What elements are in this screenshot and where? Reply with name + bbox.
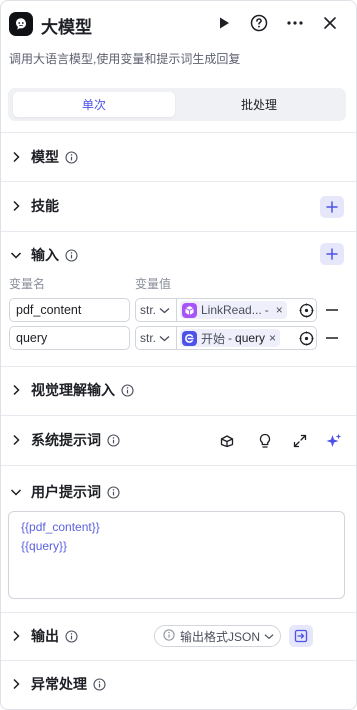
- minus-icon: [326, 309, 338, 311]
- chevron-down-icon: [159, 303, 170, 317]
- chevron-down-icon: [9, 248, 23, 262]
- input-value-field: str. LinkRead... - ×: [135, 298, 317, 322]
- divider: [1, 415, 356, 416]
- chevron-down-icon: [264, 629, 274, 643]
- info-icon: [64, 248, 78, 262]
- tab-single[interactable]: 单次: [13, 92, 175, 117]
- lightbulb-icon[interactable]: [255, 431, 275, 451]
- section-input-header[interactable]: 输入: [9, 243, 78, 267]
- output-export-button[interactable]: [289, 625, 313, 647]
- add-input-button[interactable]: [320, 243, 344, 265]
- reference-tag[interactable]: LinkRead... - ×: [180, 301, 287, 319]
- user-prompt-editor[interactable]: {{pdf_content}} {{query}}: [8, 511, 345, 599]
- chevron-right-icon: [9, 629, 23, 643]
- info-icon: [163, 628, 175, 644]
- section-exception-label: 异常处理: [31, 676, 87, 692]
- type-select-value: str.: [140, 303, 157, 317]
- reference-separator: -: [228, 331, 233, 345]
- info-icon: [106, 433, 120, 447]
- chevron-right-icon: [9, 383, 23, 397]
- more-options-icon[interactable]: [284, 12, 306, 34]
- prompt-line: {{query}}: [21, 539, 68, 553]
- type-select[interactable]: str.: [136, 327, 177, 349]
- divider: [1, 366, 356, 367]
- chevron-down-icon: [9, 485, 23, 499]
- plus-icon: [326, 248, 338, 260]
- divider: [1, 132, 356, 133]
- minus-icon: [326, 337, 338, 339]
- section-system-prompt-header[interactable]: 系统提示词: [9, 428, 120, 452]
- chevron-right-icon: [9, 677, 23, 691]
- node-description: 调用大语言模型,使用变量和提示词生成回复: [9, 52, 241, 66]
- add-skill-button[interactable]: [320, 196, 344, 218]
- section-skills-label: 技能: [31, 198, 59, 214]
- node-title: 大模型: [41, 18, 92, 37]
- reference-separator: -: [264, 303, 269, 317]
- section-output-header[interactable]: 输出: [9, 624, 78, 648]
- info-icon: [64, 150, 78, 164]
- divider: [1, 612, 356, 613]
- section-system-prompt-label: 系统提示词: [31, 432, 101, 448]
- remove-reference-icon[interactable]: ×: [276, 303, 283, 317]
- cube-icon: [182, 302, 197, 318]
- prompt-line: {{pdf_content}}: [21, 520, 100, 534]
- divider: [1, 231, 356, 232]
- help-icon[interactable]: [248, 12, 270, 34]
- panel-header: 大模型: [1, 1, 356, 45]
- ai-sparkle-icon[interactable]: [324, 431, 344, 451]
- reference-source: LinkRead...: [201, 303, 262, 317]
- section-output-label: 输出: [31, 628, 59, 644]
- llm-node-panel: 大模型 调用大语言模型,使用变量和提示词生成回复 单次 批处理 模型 技能 输入…: [0, 0, 357, 710]
- section-user-prompt-label: 用户提示词: [31, 484, 101, 500]
- remove-reference-icon[interactable]: ×: [269, 331, 276, 345]
- variable-picker-icon[interactable]: [298, 330, 314, 346]
- close-icon[interactable]: [319, 12, 341, 34]
- mode-tabs: 单次 批处理: [8, 88, 346, 121]
- remove-row-button[interactable]: [323, 301, 341, 319]
- section-vision-input-header[interactable]: 视觉理解输入: [9, 378, 134, 402]
- section-exception-header[interactable]: 异常处理: [9, 672, 106, 696]
- run-play-icon[interactable]: [213, 12, 235, 34]
- reference-variable: query: [235, 331, 266, 345]
- variable-picker-icon[interactable]: [298, 302, 314, 318]
- reference-source: 开始: [201, 331, 226, 346]
- remove-row-button[interactable]: [323, 329, 341, 347]
- llm-logo-icon: [9, 12, 33, 36]
- reference-tag[interactable]: 开始 - query ×: [180, 329, 281, 347]
- type-select-value: str.: [140, 331, 157, 345]
- column-header-value: 变量值: [135, 277, 172, 291]
- chevron-right-icon: [9, 433, 23, 447]
- prompt-library-icon[interactable]: [217, 431, 237, 451]
- export-icon: [294, 629, 308, 643]
- section-input-label: 输入: [31, 247, 59, 263]
- section-vision-input-label: 视觉理解输入: [31, 382, 115, 398]
- tab-batch[interactable]: 批处理: [178, 92, 340, 117]
- chevron-down-icon: [159, 331, 170, 345]
- input-name-field[interactable]: query: [9, 326, 130, 350]
- divider: [1, 465, 356, 466]
- info-icon: [120, 383, 134, 397]
- column-header-name: 变量名: [9, 277, 46, 291]
- info-icon: [64, 629, 78, 643]
- section-skills-header[interactable]: 技能: [9, 194, 59, 218]
- info-icon: [106, 485, 120, 499]
- output-format-select[interactable]: 输出格式JSON: [154, 625, 281, 647]
- output-format-value: 输出格式JSON: [180, 629, 261, 644]
- section-model-label: 模型: [31, 149, 59, 165]
- section-model-header[interactable]: 模型: [9, 145, 78, 169]
- chevron-right-icon: [9, 199, 23, 213]
- divider: [1, 181, 356, 182]
- input-value-field: str. 开始 - query ×: [135, 326, 317, 350]
- type-select[interactable]: str.: [136, 299, 177, 321]
- expand-icon[interactable]: [290, 431, 310, 451]
- input-name-field[interactable]: pdf_content: [9, 298, 130, 322]
- info-icon: [92, 677, 106, 691]
- start-icon: [182, 330, 197, 346]
- plus-icon: [326, 201, 338, 213]
- chevron-right-icon: [9, 150, 23, 164]
- section-user-prompt-header[interactable]: 用户提示词: [9, 480, 120, 504]
- divider: [1, 660, 356, 661]
